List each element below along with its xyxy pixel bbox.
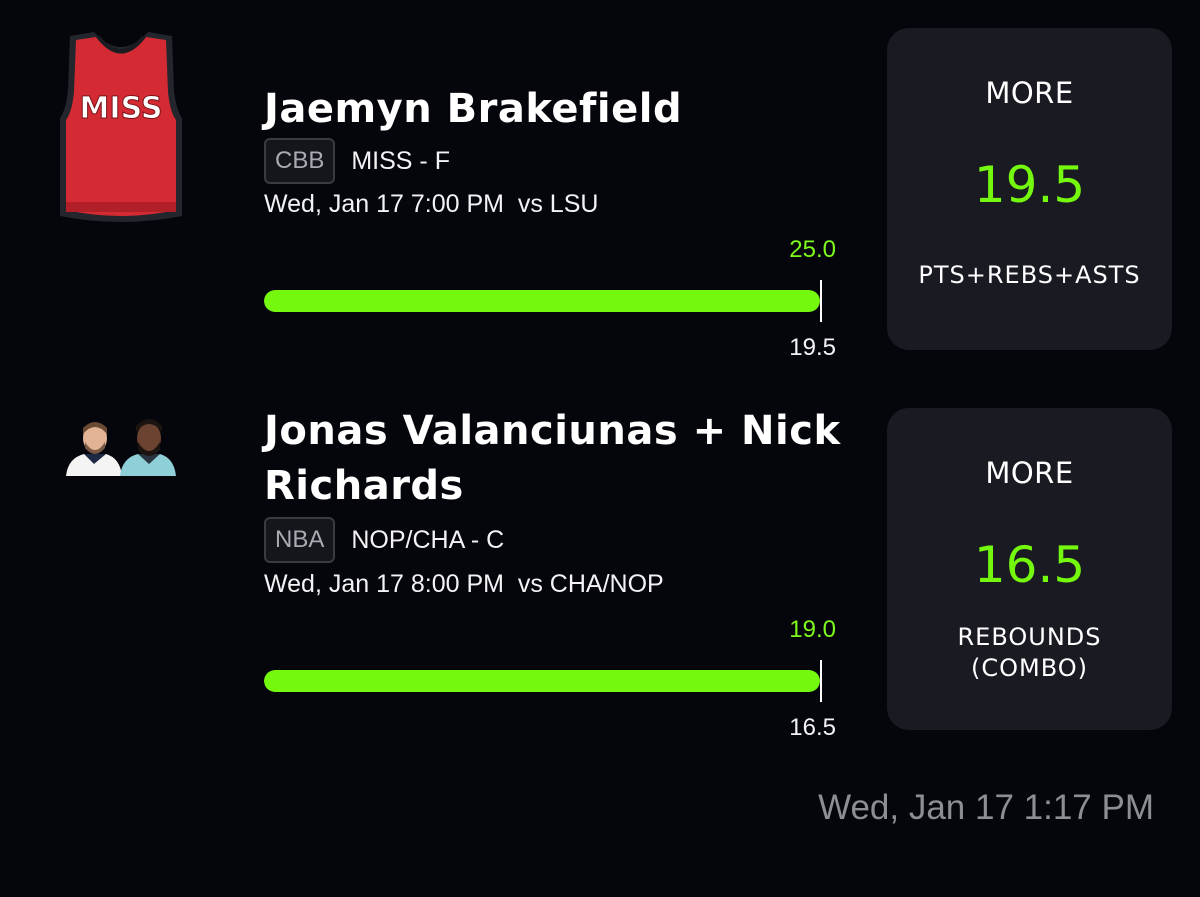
- actual-value: 19.0: [789, 616, 836, 643]
- player-name: Jaemyn Brakefield: [264, 86, 683, 132]
- line-value: 16.5: [789, 714, 836, 741]
- result-progress: 25.0 19.5: [264, 236, 838, 361]
- player-headshots: [64, 418, 178, 476]
- game-time: Wed, Jan 17 7:00 PM vs LSU: [264, 190, 599, 218]
- entry-timestamp: Wed, Jan 17 1:17 PM: [818, 788, 1154, 827]
- player-headshots-icon: [66, 419, 176, 476]
- stat-type: PTS+REBS+ASTS: [918, 261, 1141, 289]
- team-position: MISS - F: [351, 146, 450, 175]
- projection-value: 16.5: [973, 536, 1086, 594]
- line-marker: [820, 660, 822, 702]
- line-marker: [820, 280, 822, 322]
- result-progress: 19.0 16.5: [264, 616, 838, 741]
- player-meta: NBA NOP/CHA - C: [264, 516, 504, 564]
- progress-fill: [264, 290, 820, 312]
- projection-card[interactable]: MORE 16.5 REBOUNDS (COMBO): [887, 408, 1172, 730]
- pick-direction: MORE: [985, 456, 1074, 490]
- entry-detail-screen: MISS Jaemyn Brakefield CBB MISS - F Wed,…: [0, 0, 1200, 897]
- stat-type: REBOUNDS (COMBO): [957, 623, 1102, 682]
- jersey-avatar: MISS: [52, 26, 190, 230]
- jersey-text: MISS: [80, 91, 163, 126]
- line-value: 19.5: [789, 334, 836, 361]
- league-badge: CBB: [264, 138, 336, 184]
- actual-value: 25.0: [789, 236, 836, 263]
- progress-track: [264, 670, 820, 692]
- player-name: Jonas Valanciunas + Nick Richards: [264, 408, 841, 509]
- jersey-icon: MISS: [60, 32, 182, 222]
- player-meta: CBB MISS - F: [264, 137, 450, 185]
- progress-track: [264, 290, 820, 312]
- progress-fill: [264, 670, 820, 692]
- pick-row[interactable]: Jonas Valanciunas + Nick Richards NBA NO…: [0, 380, 1200, 760]
- pick-row[interactable]: MISS Jaemyn Brakefield CBB MISS - F Wed,…: [0, 0, 1200, 380]
- projection-value: 19.5: [973, 156, 1086, 214]
- game-time: Wed, Jan 17 8:00 PM vs CHA/NOP: [264, 570, 664, 598]
- projection-card[interactable]: MORE 19.5 PTS+REBS+ASTS: [887, 28, 1172, 350]
- team-position: NOP/CHA - C: [351, 525, 505, 554]
- league-badge: NBA: [264, 517, 336, 563]
- pick-direction: MORE: [985, 76, 1074, 110]
